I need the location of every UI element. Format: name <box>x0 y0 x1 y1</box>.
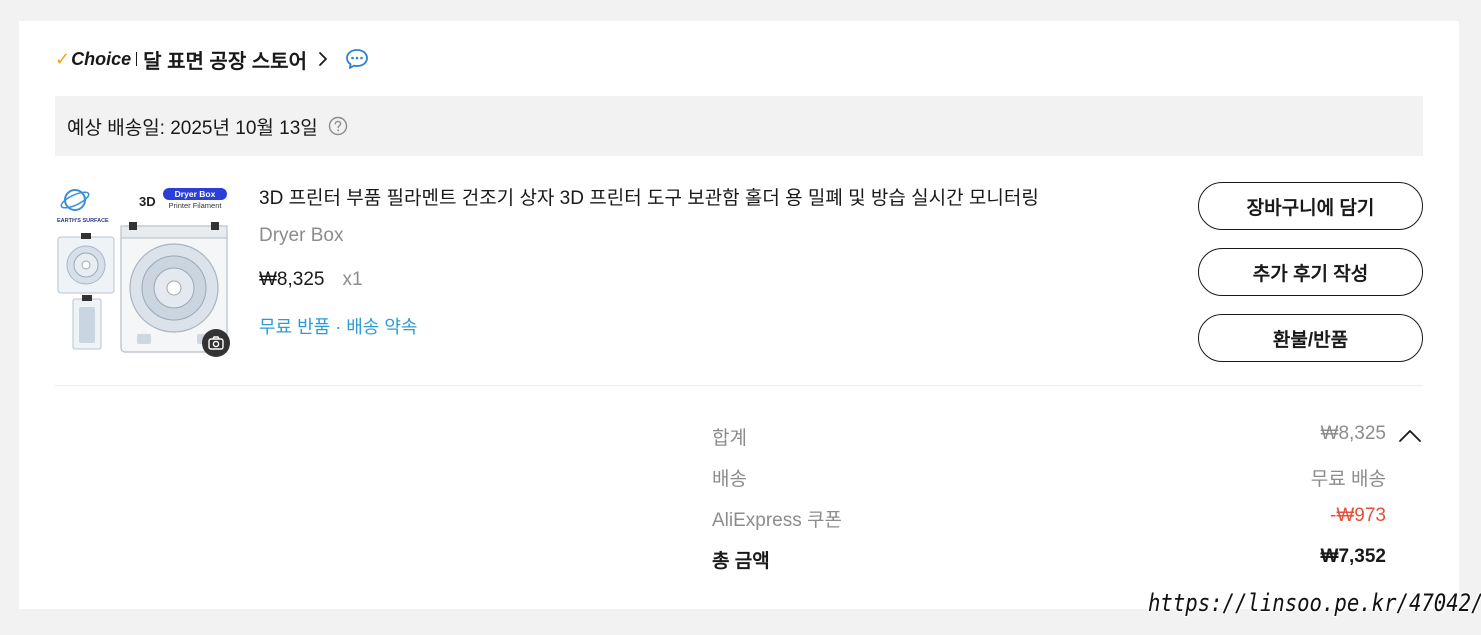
product-price: ₩8,325 <box>259 269 325 290</box>
image-brand-text: EARTH'S SURFACE <box>57 218 109 224</box>
camera-icon[interactable] <box>202 329 230 357</box>
service-tags[interactable]: 무료 반품 · 배송 약속 <box>259 313 417 339</box>
image-badge-text: Dryer Box <box>175 189 216 199</box>
store-name[interactable]: 달 표면 공장 스토어 <box>143 45 307 74</box>
help-icon[interactable] <box>328 116 348 136</box>
subtotal-value: ₩8,325 <box>1320 423 1386 444</box>
product-quantity: x1 <box>342 269 363 290</box>
add-to-cart-button[interactable]: 장바구니에 담기 <box>1198 182 1423 230</box>
chevron-right-icon[interactable] <box>317 50 329 68</box>
divider <box>136 52 138 66</box>
delivery-date: 예상 배송일: 2025년 10월 13일 <box>67 117 318 139</box>
section-divider <box>55 385 1423 386</box>
check-icon: ✓ <box>55 48 71 69</box>
coupon-label: AliExpress 쿠폰 <box>712 510 842 531</box>
image-logo-text: 3D <box>139 194 156 209</box>
total-value: ₩7,352 <box>1320 546 1386 567</box>
shipping-value: 무료 배송 <box>1310 469 1386 490</box>
watermark-url: https://linsoo.pe.kr/47042/ <box>1148 589 1481 617</box>
choice-logo: ✓ Choice <box>55 49 131 70</box>
coupon-value: -₩973 <box>1330 505 1386 526</box>
price-row: ₩8,325 x1 <box>259 269 363 291</box>
image-badge-sub: Printer Filament <box>169 201 223 210</box>
shipping-label: 배송 <box>712 469 747 490</box>
refund-return-button[interactable]: 환불/반품 <box>1198 314 1423 362</box>
chat-icon[interactable] <box>345 48 369 70</box>
product-variant: Dryer Box <box>259 225 344 246</box>
subtotal-label: 합계 <box>712 428 747 449</box>
order-card: ✓ Choice 달 표면 공장 스토어 예상 배송일: 2025년 10월 1… <box>19 21 1459 609</box>
product-image[interactable]: EARTH'S SURFACE 3D Dryer Box Printer Fil… <box>55 182 231 358</box>
write-review-button[interactable]: 추가 후기 작성 <box>1198 248 1423 296</box>
total-label: 총 금액 <box>712 551 770 572</box>
chevron-up-icon[interactable] <box>1398 428 1422 444</box>
store-header: ✓ Choice 달 표면 공장 스토어 <box>55 45 369 73</box>
delivery-estimate-bar: 예상 배송일: 2025년 10월 13일 <box>55 96 1423 156</box>
choice-label: Choice <box>71 48 132 69</box>
product-title[interactable]: 3D 프린터 부품 필라멘트 건조기 상자 3D 프린터 도구 보관함 홀더 용… <box>259 183 1039 210</box>
